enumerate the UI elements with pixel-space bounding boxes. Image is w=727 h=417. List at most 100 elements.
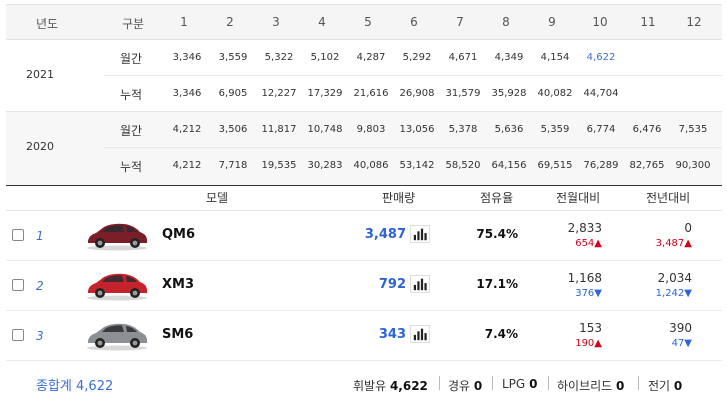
ranking-row: 1 QM6 3,487 75.4% 2,833 654▲ 0 3,487▲ bbox=[6, 211, 722, 261]
row-type-label: 누적 bbox=[120, 88, 143, 102]
bar-chart-icon[interactable] bbox=[410, 275, 430, 293]
month-5-value: 4,287 bbox=[356, 52, 386, 63]
month-6-value: 5,292 bbox=[402, 52, 432, 63]
divider bbox=[638, 376, 639, 390]
header-month-10: 10 bbox=[592, 15, 608, 29]
mom-value: 1,168 bbox=[567, 271, 602, 285]
yoy-delta-value: 47 bbox=[671, 338, 685, 349]
month-5-value: 9,803 bbox=[356, 124, 386, 135]
car-thumbnail[interactable] bbox=[84, 319, 150, 351]
ranking-row: 2 XM3 792 17.1% 1,168 376▼ 2,034 1,242▼ bbox=[6, 261, 722, 311]
yoy-delta-value: 3,487 bbox=[655, 238, 685, 249]
monthly-table-header: 년도 구분 1 2 3 4 5 6 7 8 9 10 11 12 bbox=[6, 4, 722, 40]
header-yoy: 전년대비 bbox=[646, 191, 691, 205]
fuel-electric: 전기 0 bbox=[648, 377, 682, 394]
up-triangle-icon: ▲ bbox=[594, 338, 602, 349]
header-month-7: 7 bbox=[456, 15, 464, 29]
month-10-value: 44,704 bbox=[583, 88, 619, 99]
mom-delta: 654▲ bbox=[542, 238, 602, 249]
year-block-2021: 2021 월간 3,346 3,559 5,322 5,102 4,287 5,292 4,… bbox=[6, 40, 722, 112]
month-3-value: 19,535 bbox=[261, 160, 297, 171]
sales-count-link[interactable]: 792 bbox=[346, 277, 406, 292]
fuel-value: 0 bbox=[673, 379, 683, 393]
header-sales: 판매량 bbox=[382, 191, 416, 205]
month-6-value: 53,142 bbox=[399, 160, 435, 171]
car-thumbnail[interactable] bbox=[84, 219, 150, 251]
down-triangle-icon: ▼ bbox=[684, 338, 692, 349]
monthly-row: 월간 4,212 3,506 11,817 10,748 9,803 13,056 5,37… bbox=[104, 112, 722, 148]
header-month-2: 2 bbox=[226, 15, 234, 29]
month-2-value: 7,718 bbox=[218, 160, 248, 171]
month-3-value: 5,322 bbox=[264, 52, 294, 63]
fuel-gasoline: 휘발유 4,622 bbox=[353, 377, 428, 394]
yoy-value: 390 bbox=[669, 321, 692, 335]
sales-count-link[interactable]: 3,487 bbox=[346, 227, 406, 242]
year-label: 2021 bbox=[26, 68, 54, 81]
total-value: 4,622 bbox=[76, 379, 114, 394]
mom-delta-value: 376 bbox=[575, 288, 595, 299]
row-checkbox[interactable] bbox=[12, 229, 24, 241]
ranking-footer: 종합계 4,622 휘발유 4,622 경유 0 LPG 0 하이브리드 0 전… bbox=[6, 363, 722, 403]
month-6-value: 26,908 bbox=[399, 88, 435, 99]
row-checkbox[interactable] bbox=[12, 329, 24, 341]
divider bbox=[492, 376, 493, 390]
month-12-value: 90,300 bbox=[675, 160, 711, 171]
month-5-value: 21,616 bbox=[353, 88, 389, 99]
month-4-value: 5,102 bbox=[310, 52, 340, 63]
month-9-value: 5,359 bbox=[540, 124, 570, 135]
cumulative-row: 누적 4,212 7,718 19,535 30,283 40,086 53,142 58,… bbox=[104, 148, 722, 184]
header-year: 년도 bbox=[35, 17, 59, 31]
month-2-value: 6,905 bbox=[218, 88, 248, 99]
month-8-value: 5,636 bbox=[494, 124, 524, 135]
month-7-value: 58,520 bbox=[445, 160, 481, 171]
header-month-3: 3 bbox=[272, 15, 280, 29]
month-11-value: 6,476 bbox=[632, 124, 662, 135]
header-month-6: 6 bbox=[410, 15, 418, 29]
car-thumbnail[interactable] bbox=[84, 269, 150, 301]
model-ranking-table: 모델 판매량 점유율 전월대비 전년대비 1 QM6 3,487 75.4% 2… bbox=[6, 183, 722, 361]
yoy-delta-value: 1,242 bbox=[655, 288, 685, 299]
cumulative-row: 누적 3,346 6,905 12,227 17,329 21,616 26,908 31,… bbox=[104, 76, 722, 112]
month-10-value: 6,774 bbox=[586, 124, 616, 135]
yoy-value: 2,034 bbox=[657, 271, 692, 285]
model-name-link[interactable]: XM3 bbox=[162, 277, 194, 292]
model-name-link[interactable]: SM6 bbox=[162, 327, 193, 342]
fuel-label: 휘발유 bbox=[353, 379, 387, 393]
fuel-lpg: LPG 0 bbox=[502, 377, 537, 391]
mom-value: 2,833 bbox=[567, 221, 602, 235]
yoy-delta: 1,242▼ bbox=[632, 288, 692, 299]
rank-number: 1 bbox=[36, 229, 44, 243]
header-month-12: 12 bbox=[686, 15, 702, 29]
row-checkbox[interactable] bbox=[12, 279, 24, 291]
yoy-value: 0 bbox=[684, 221, 692, 235]
bar-chart-icon[interactable] bbox=[410, 225, 430, 243]
header-share: 점유율 bbox=[480, 191, 514, 205]
month-7-value: 31,579 bbox=[445, 88, 481, 99]
mom-delta: 376▼ bbox=[542, 288, 602, 299]
month-2-value: 3,506 bbox=[218, 124, 248, 135]
month-7-value: 5,378 bbox=[448, 124, 478, 135]
total-sum: 종합계 4,622 bbox=[36, 375, 113, 394]
month-8-value: 4,349 bbox=[494, 52, 524, 63]
header-month-11: 11 bbox=[640, 15, 656, 29]
header-month-8: 8 bbox=[502, 15, 510, 29]
mom-delta-value: 190 bbox=[575, 338, 595, 349]
mom-value: 153 bbox=[579, 321, 602, 335]
month-3-value: 11,817 bbox=[261, 124, 297, 135]
month-9-value: 40,082 bbox=[537, 88, 573, 99]
down-triangle-icon: ▼ bbox=[684, 288, 692, 299]
up-triangle-icon: ▲ bbox=[594, 238, 602, 249]
header-mom: 전월대비 bbox=[556, 191, 601, 205]
mom-delta: 190▲ bbox=[542, 338, 602, 349]
month-8-value: 35,928 bbox=[491, 88, 527, 99]
month-1-value: 3,346 bbox=[172, 88, 202, 99]
month-8-value: 64,156 bbox=[491, 160, 527, 171]
bar-chart-icon[interactable] bbox=[410, 325, 430, 343]
market-share: 17.1% bbox=[476, 277, 518, 291]
month-10-value: 4,622 bbox=[586, 52, 616, 63]
row-type-label: 누적 bbox=[120, 160, 143, 174]
ranking-row: 3 SM6 343 7.4% 153 190▲ 390 47▼ bbox=[6, 311, 722, 361]
model-name-link[interactable]: QM6 bbox=[162, 227, 195, 242]
sales-count-link[interactable]: 343 bbox=[346, 327, 406, 342]
month-1-value: 3,346 bbox=[172, 52, 202, 63]
